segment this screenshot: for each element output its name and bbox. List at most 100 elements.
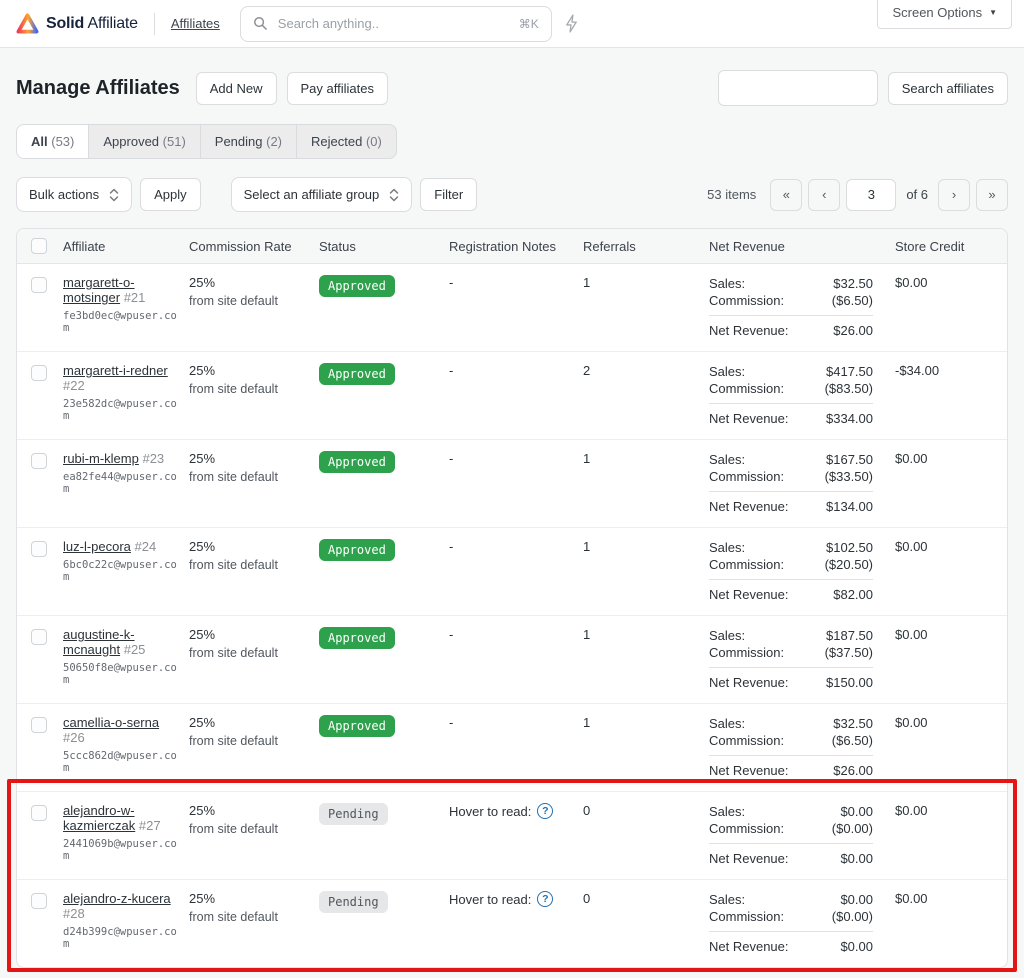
commission-label: Commission: (709, 292, 784, 309)
tab-count: (0) (366, 134, 382, 149)
registration-notes-empty: - (449, 451, 453, 466)
commission-rate-value: 25% (189, 451, 307, 466)
hover-to-read-label: Hover to read: (449, 892, 531, 907)
commission-rate-value: 25% (189, 891, 307, 906)
net-revenue-value: $26.00 (833, 322, 873, 339)
affiliate-id: #22 (63, 378, 85, 393)
referrals-cell: 0 (583, 803, 709, 818)
net-revenue-label: Net Revenue: (709, 322, 789, 339)
select-all-checkbox[interactable] (31, 238, 47, 254)
net-revenue-value: $26.00 (833, 762, 873, 779)
row-checkbox[interactable] (31, 277, 47, 293)
nav-link-affiliates[interactable]: Affiliates (171, 16, 220, 31)
sales-label: Sales: (709, 715, 745, 732)
commission-rate-value: 25% (189, 539, 307, 554)
affiliate-name-link[interactable]: rubi-m-klemp (63, 451, 139, 466)
net-revenue-value: $334.00 (826, 410, 873, 427)
commission-label: Commission: (709, 556, 784, 573)
registration-notes-empty: - (449, 363, 453, 378)
net-revenue-value: $0.00 (840, 850, 873, 867)
row-checkbox[interactable] (31, 453, 47, 469)
commission-rate-value: 25% (189, 275, 307, 290)
table-row: camellia-o-serna #26 5ccc862d@wpuser.com… (17, 703, 1007, 791)
status-cell: Pending (319, 891, 449, 913)
sales-label: Sales: (709, 275, 745, 292)
affiliate-search-input[interactable] (718, 70, 878, 106)
sales-label: Sales: (709, 627, 745, 644)
pay-affiliates-button[interactable]: Pay affiliates (287, 72, 388, 105)
next-page-button[interactable]: › (938, 179, 970, 211)
tab-rejected[interactable]: Rejected (0) (297, 125, 396, 158)
commission-label: Commission: (709, 820, 784, 837)
solid-affiliate-triangle-icon (16, 13, 39, 34)
column-header-commission-rate: Commission Rate (189, 239, 319, 254)
net-revenue-label: Net Revenue: (709, 498, 789, 515)
search-affiliates-button[interactable]: Search affiliates (888, 72, 1008, 105)
row-checkbox[interactable] (31, 805, 47, 821)
status-cell: Approved (319, 715, 449, 737)
affiliate-name-link[interactable]: luz-l-pecora (63, 539, 131, 554)
first-page-button[interactable]: « (770, 179, 802, 211)
add-new-button[interactable]: Add New (196, 72, 277, 105)
referrals-cell: 2 (583, 363, 709, 378)
referrals-cell: 1 (583, 627, 709, 642)
affiliate-cell: camellia-o-serna #26 5ccc862d@wpuser.com (63, 715, 189, 774)
net-revenue-divider (709, 491, 873, 492)
registration-notes-hover: Hover to read: ? (449, 891, 571, 907)
lightning-bolt-icon[interactable] (564, 14, 579, 33)
updown-chevrons-icon (389, 188, 399, 202)
registration-notes-cell: - Hover to read: ? (449, 275, 583, 290)
sales-value: $187.50 (826, 627, 873, 644)
net-revenue-divider (709, 315, 873, 316)
global-search-box[interactable]: ⌘K (240, 6, 552, 42)
affiliate-name-link[interactable]: alejandro-z-kucera (63, 891, 171, 906)
commission-rate-note: from site default (189, 910, 307, 924)
row-checkbox[interactable] (31, 717, 47, 733)
row-checkbox[interactable] (31, 629, 47, 645)
status-cell: Pending (319, 803, 449, 825)
affiliate-email: fe3bd0ec@wpuser.com (63, 310, 177, 334)
store-credit-cell: $0.00 (885, 539, 1007, 554)
status-cell: Approved (319, 539, 449, 561)
affiliate-name-link[interactable]: alejandro-w-kazmierczak (63, 803, 135, 833)
affiliate-name-link[interactable]: camellia-o-serna (63, 715, 159, 730)
tab-label: Rejected (311, 134, 362, 149)
bulk-actions-label: Bulk actions (29, 187, 99, 202)
tab-count: (53) (51, 134, 74, 149)
help-question-icon[interactable]: ? (537, 891, 553, 907)
last-page-button[interactable]: » (976, 179, 1008, 211)
commission-rate-value: 25% (189, 715, 307, 730)
page-header: Manage Affiliates Add New Pay affiliates… (16, 70, 1008, 106)
affiliate-id: #23 (142, 451, 164, 466)
row-checkbox[interactable] (31, 365, 47, 381)
tab-all[interactable]: All (53) (17, 125, 89, 158)
affiliate-name-link[interactable]: margarett-i-redner (63, 363, 168, 378)
apply-button[interactable]: Apply (140, 178, 201, 211)
total-pages-label: of 6 (906, 187, 928, 202)
bulk-actions-select[interactable]: Bulk actions (16, 177, 132, 212)
store-credit-cell: -$34.00 (885, 363, 1007, 378)
registration-notes-cell: - Hover to read: ? (449, 627, 583, 642)
prev-page-button[interactable]: ‹ (808, 179, 840, 211)
sales-value: $32.50 (833, 715, 873, 732)
tab-pending[interactable]: Pending (2) (201, 125, 297, 158)
tab-approved[interactable]: Approved (51) (89, 125, 200, 158)
screen-options-button[interactable]: Screen Options ▼ (877, 0, 1012, 29)
net-revenue-divider (709, 579, 873, 580)
row-checkbox[interactable] (31, 893, 47, 909)
filter-button[interactable]: Filter (420, 178, 477, 211)
referrals-cell: 1 (583, 275, 709, 290)
current-page-input[interactable] (846, 179, 896, 211)
commission-rate-cell: 25% from site default (189, 627, 319, 660)
affiliate-group-select[interactable]: Select an affiliate group (231, 177, 413, 212)
help-question-icon[interactable]: ? (537, 803, 553, 819)
affiliate-search-group: Search affiliates (718, 70, 1008, 106)
commission-rate-value: 25% (189, 363, 307, 378)
commission-value: ($37.50) (825, 644, 873, 661)
table-row: margarett-i-redner #22 23e582dc@wpuser.c… (17, 351, 1007, 439)
net-revenue-cell: Sales: $167.50 Commission: ($33.50) Net … (709, 451, 885, 515)
brand-logo[interactable]: Solid Affiliate (16, 13, 138, 34)
row-checkbox[interactable] (31, 541, 47, 557)
affiliate-email: ea82fe44@wpuser.com (63, 471, 177, 495)
global-search-input[interactable] (276, 15, 511, 32)
